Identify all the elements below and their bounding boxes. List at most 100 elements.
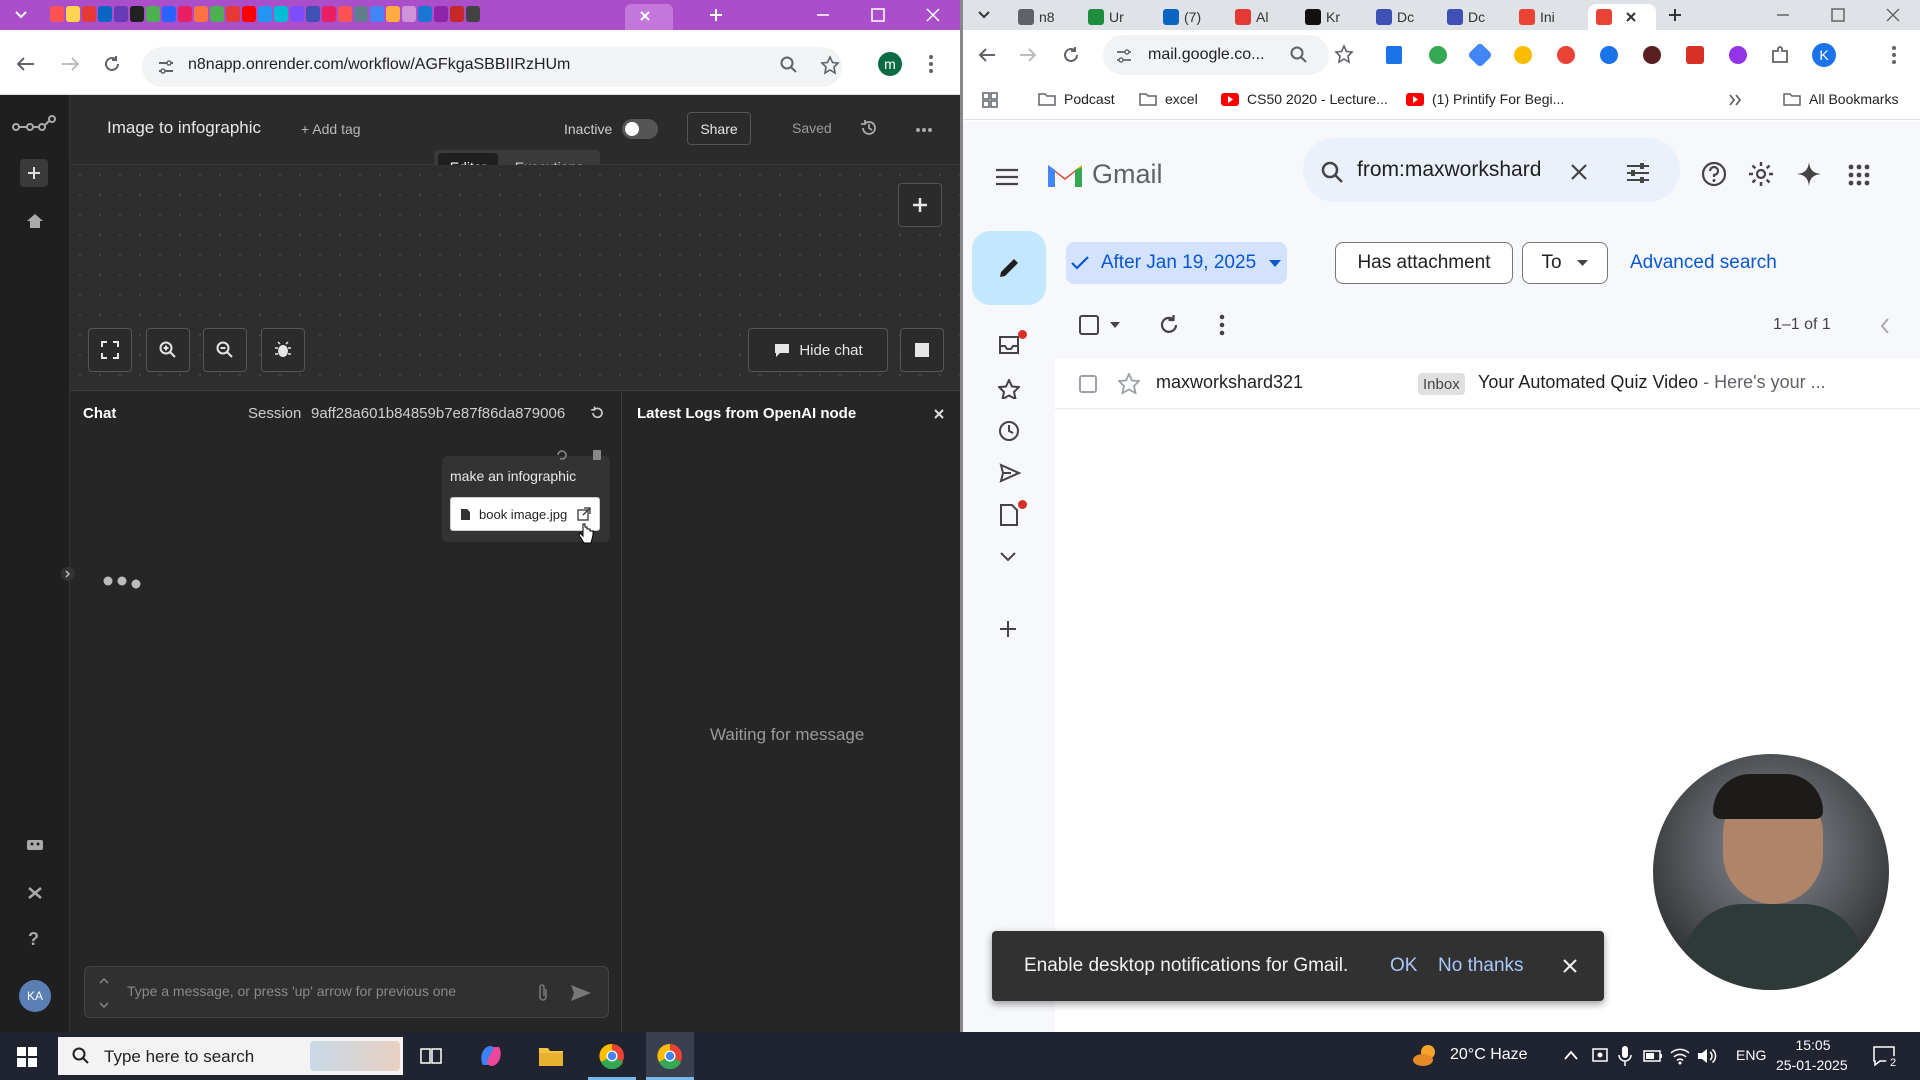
extension-icon[interactable] <box>1467 42 1493 68</box>
tab-gmail-active[interactable] <box>1588 4 1656 30</box>
create-label-icon[interactable] <box>999 620 1017 638</box>
minimize-icon[interactable] <box>1775 7 1791 23</box>
more-options-icon[interactable] <box>915 127 933 133</box>
user-avatar[interactable]: KA <box>19 980 51 1012</box>
profile-avatar[interactable]: m <box>878 52 902 76</box>
repost-icon[interactable] <box>556 449 568 461</box>
close-logs-icon[interactable] <box>934 409 944 419</box>
taskbar-search-box[interactable]: Type here to search <box>58 1037 403 1075</box>
extension-icon[interactable] <box>1686 46 1704 64</box>
send-icon[interactable] <box>570 984 592 1002</box>
tab-2[interactable]: (7) <box>1163 4 1201 30</box>
taskbar-search-placeholder[interactable]: Type here to search <box>104 1047 254 1067</box>
inbox-icon[interactable] <box>998 335 1020 355</box>
browser-menu-icon[interactable] <box>928 54 934 74</box>
templates-icon[interactable] <box>26 837 44 851</box>
taskbar-chrome-2[interactable] <box>646 1032 694 1080</box>
starred-icon[interactable] <box>998 379 1020 399</box>
zoom-icon[interactable] <box>1290 46 1308 64</box>
extension-icon[interactable] <box>1643 46 1661 64</box>
add-node-button[interactable] <box>898 183 942 227</box>
tab-7[interactable]: Ini <box>1519 4 1555 30</box>
notification-ok-button[interactable]: OK <box>1390 955 1417 977</box>
browser-menu-icon[interactable] <box>1891 45 1897 65</box>
bookmark-excel[interactable]: excel <box>1139 91 1198 107</box>
copilot-icon[interactable] <box>478 1043 504 1069</box>
tab-0[interactable]: n8 <box>1018 4 1055 30</box>
extension-icon[interactable] <box>1386 46 1402 64</box>
tab-5[interactable]: Dc <box>1376 4 1414 30</box>
search-input[interactable]: from:maxworkshard <box>1357 158 1541 182</box>
battery-icon[interactable] <box>1643 1049 1663 1063</box>
select-all-checkbox-icon[interactable] <box>1078 314 1100 336</box>
share-button[interactable]: Share <box>687 112 751 145</box>
open-external-icon[interactable] <box>577 507 591 521</box>
support-icon[interactable] <box>1701 161 1727 187</box>
microphone-icon[interactable] <box>1618 1045 1632 1067</box>
drafts-icon[interactable] <box>999 504 1019 526</box>
back-icon[interactable] <box>978 47 996 63</box>
zoom-icon[interactable] <box>780 56 798 74</box>
expand-arrow-icon[interactable] <box>60 566 76 582</box>
hide-chat-button[interactable]: Hide chat <box>748 328 888 372</box>
main-menu-icon[interactable] <box>995 168 1019 186</box>
add-tag-link[interactable]: + Add tag <box>301 121 361 137</box>
close-tab-icon[interactable] <box>1625 11 1637 23</box>
create-button[interactable] <box>20 159 48 187</box>
extension-icon[interactable] <box>1600 46 1618 64</box>
active-toggle[interactable] <box>622 119 658 139</box>
close-toast-icon[interactable] <box>1562 958 1578 974</box>
zoom-in-button[interactable] <box>146 328 190 372</box>
extension-icon[interactable] <box>1729 46 1747 64</box>
reload-icon[interactable] <box>1062 46 1080 64</box>
meet-now-icon[interactable] <box>1591 1046 1609 1066</box>
tab-search-icon[interactable] <box>14 8 28 22</box>
workflow-canvas[interactable]: Hide chat <box>70 165 960 390</box>
bookmark-cs50[interactable]: CS50 2020 - Lecture... <box>1221 91 1388 107</box>
close-tab-icon[interactable] <box>639 10 651 22</box>
n8n-logo-icon[interactable] <box>12 115 56 135</box>
zoom-out-button[interactable] <box>203 328 247 372</box>
language-indicator[interactable]: ENG <box>1736 1047 1766 1063</box>
notification-no-thanks-button[interactable]: No thanks <box>1438 955 1524 977</box>
variables-icon[interactable] <box>26 885 44 901</box>
compose-button[interactable] <box>972 231 1046 305</box>
search-options-icon[interactable] <box>1626 162 1650 184</box>
new-tab-icon[interactable] <box>708 7 724 23</box>
prev-page-icon[interactable] <box>1880 318 1890 334</box>
history-arrows-icon[interactable] <box>99 977 109 1009</box>
history-icon[interactable] <box>860 119 878 137</box>
window-close-icon[interactable] <box>925 7 941 23</box>
file-explorer-icon[interactable] <box>538 1045 564 1067</box>
chat-input-box[interactable]: Type a message, or press 'up' arrow for … <box>84 966 609 1018</box>
select-dropdown-icon[interactable] <box>1109 321 1121 329</box>
workflow-name[interactable]: Image to infographic <box>107 118 261 138</box>
date-filter-chip[interactable]: After Jan 19, 2025 <box>1066 242 1287 284</box>
clock-time[interactable]: 15:05 <box>1781 1037 1845 1053</box>
copy-icon[interactable] <box>592 449 602 461</box>
fit-view-button[interactable] <box>88 328 132 372</box>
apps-grid-icon[interactable] <box>982 92 998 108</box>
site-settings-icon[interactable] <box>157 58 175 76</box>
gmail-logo-text[interactable]: Gmail <box>1092 159 1163 190</box>
home-icon[interactable] <box>26 213 44 229</box>
reload-icon[interactable] <box>103 55 121 73</box>
extension-icon[interactable] <box>1557 46 1575 64</box>
all-bookmarks[interactable]: All Bookmarks <box>1783 91 1898 107</box>
reset-session-icon[interactable] <box>590 406 604 420</box>
search-icon[interactable] <box>1321 161 1343 183</box>
back-icon[interactable] <box>16 56 36 72</box>
bookmark-printify[interactable]: (1) Printify For Begi... <box>1406 91 1564 107</box>
tab-3[interactable]: Al <box>1235 4 1268 30</box>
tab-6[interactable]: Dc <box>1447 4 1485 30</box>
tab-search-icon[interactable] <box>977 8 991 22</box>
extension-icon[interactable] <box>1429 46 1447 64</box>
extensions-puzzle-icon[interactable] <box>1771 46 1789 64</box>
maximize-icon[interactable] <box>870 7 886 23</box>
volume-icon[interactable] <box>1697 1047 1717 1065</box>
sent-icon[interactable] <box>999 463 1021 483</box>
mail-row[interactable]: maxworkshard321 Inbox Your Automated Qui… <box>1055 359 1920 409</box>
forward-icon[interactable] <box>1019 47 1037 63</box>
bookmark-star-icon[interactable] <box>820 55 840 75</box>
bookmark-star-icon[interactable] <box>1334 44 1354 64</box>
